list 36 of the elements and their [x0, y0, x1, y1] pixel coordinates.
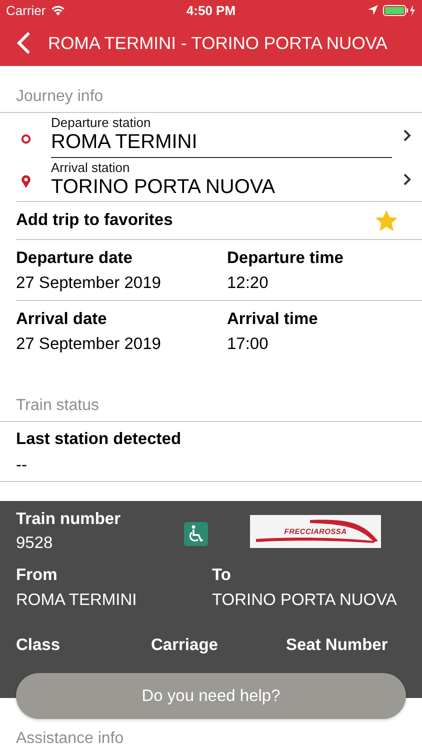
- back-icon: [16, 32, 30, 54]
- wifi-icon: [50, 4, 65, 16]
- field-label: Train number: [16, 510, 122, 529]
- field-value: 17:00: [227, 335, 270, 354]
- field-label: Last station detected: [16, 430, 182, 449]
- field-label: Arrival time: [227, 310, 319, 329]
- section-header: Train status: [0, 361, 422, 422]
- section-header: Journey info: [0, 66, 422, 113]
- origin-circle-icon: [20, 134, 30, 144]
- station-field[interactable]: Departure station ROMA TERMINI: [51, 112, 392, 158]
- field-label: Arrival date: [16, 310, 108, 329]
- column-label: Seat Number: [286, 636, 389, 655]
- clock-time: 4:50 PM: [186, 2, 236, 18]
- carrier-name: Carrier: [6, 2, 46, 18]
- field-value: 27 September 2019: [16, 274, 162, 293]
- chevron-right-icon: [403, 172, 411, 186]
- chevron-right-icon: [403, 128, 411, 142]
- field-label: Departure time: [227, 249, 344, 268]
- field-label: To: [212, 566, 232, 585]
- star-icon[interactable]: [376, 210, 397, 230]
- field-value: --: [16, 456, 28, 475]
- field-label: From: [16, 566, 58, 585]
- section-header: Assistance info: [16, 730, 124, 748]
- column-label: Class: [16, 636, 62, 655]
- field-label: Departure date: [16, 249, 134, 268]
- station-field[interactable]: Arrival station TORINO PORTA NUOVA: [51, 157, 392, 201]
- field-value: 12:20: [227, 274, 270, 293]
- screen-title: ROMA TERMINI - TORINO PORTA NUOVA: [48, 32, 388, 54]
- field-value: 9528: [16, 534, 54, 553]
- field-value: TORINO PORTA NUOVA: [212, 591, 398, 610]
- map-pin-icon: [20, 174, 30, 188]
- field-value: ROMA TERMINI: [16, 591, 138, 610]
- field-value: 27 September 2019: [16, 335, 162, 354]
- favorite-label: Add trip to favorites: [16, 211, 173, 230]
- column-label: Carriage: [151, 636, 219, 655]
- location-arrow-icon: [368, 5, 378, 15]
